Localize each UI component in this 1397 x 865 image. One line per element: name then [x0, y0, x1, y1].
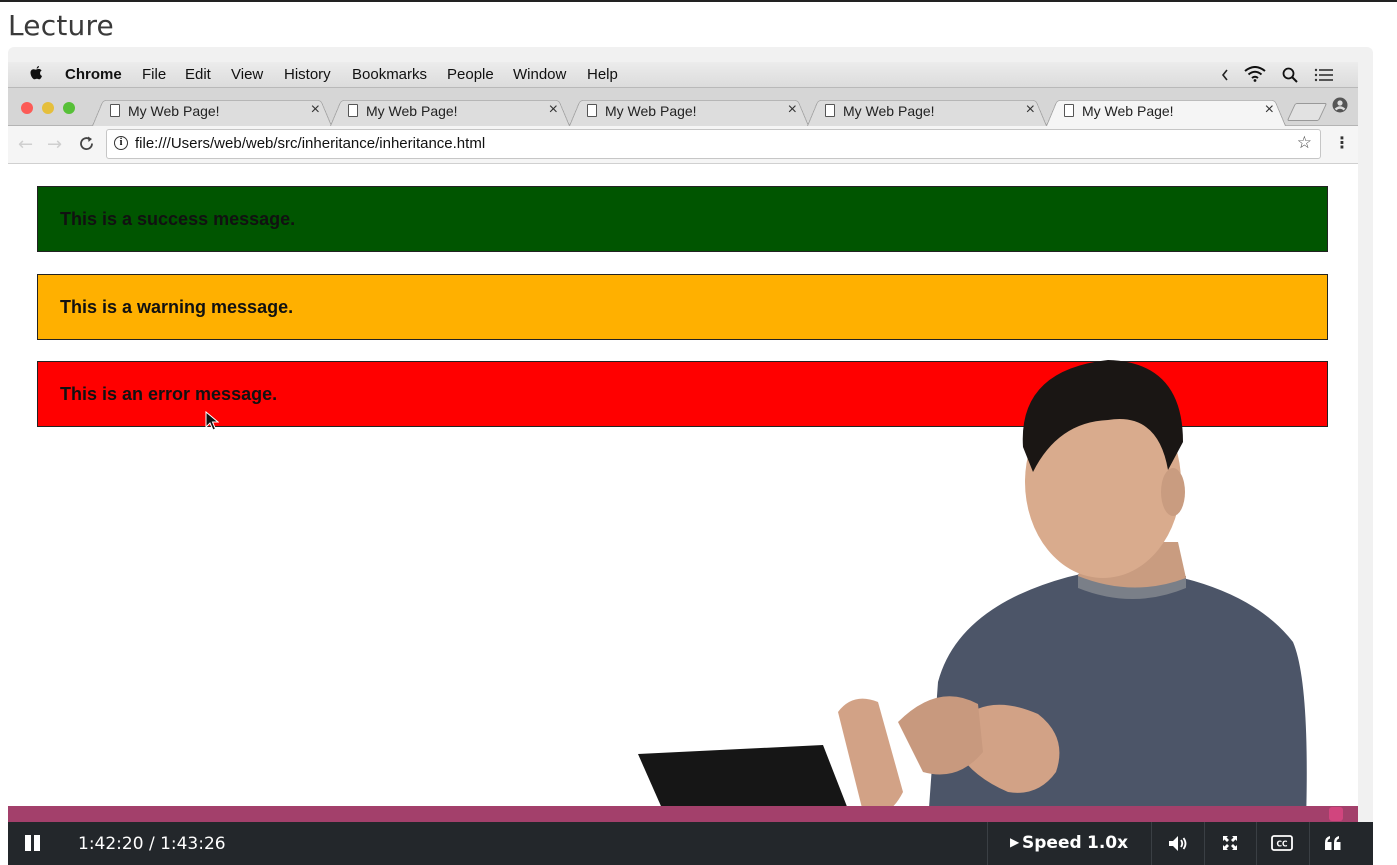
- transcript-quote-icon[interactable]: [1324, 835, 1342, 851]
- browser-tab[interactable]: My Web Page! ×: [92, 97, 332, 126]
- tab-title: My Web Page!: [1082, 103, 1174, 119]
- mouse-cursor-icon: [205, 411, 219, 431]
- wifi-icon[interactable]: [1244, 66, 1266, 82]
- menu-view[interactable]: View: [231, 66, 263, 83]
- menu-bookmarks[interactable]: Bookmarks: [352, 66, 427, 83]
- presenter-video: [638, 360, 1307, 806]
- browser-tab-active[interactable]: My Web Page! ×: [1046, 97, 1286, 126]
- document-icon: [1064, 104, 1074, 117]
- divider: [1151, 822, 1152, 865]
- svg-text:CC: CC: [1276, 840, 1288, 849]
- warning-message-text: This is a warning message.: [60, 297, 294, 317]
- document-icon: [825, 104, 835, 117]
- zoom-window-button[interactable]: [63, 102, 75, 114]
- url-text: file:///Users/web/web/src/inheritance/in…: [135, 135, 486, 152]
- pause-button[interactable]: [25, 835, 40, 851]
- time-display: 1:42:20 / 1:43:26: [78, 834, 226, 854]
- apple-icon: [30, 66, 42, 80]
- success-message: This is a success message.: [37, 186, 1328, 252]
- progress-handle[interactable]: [1329, 807, 1343, 821]
- chevron-left-icon[interactable]: [1221, 69, 1229, 81]
- tab-title: My Web Page!: [366, 103, 458, 119]
- menu-chrome[interactable]: Chrome: [65, 66, 122, 83]
- reload-icon[interactable]: [78, 135, 95, 152]
- bookmark-star-icon[interactable]: ☆: [1297, 133, 1312, 153]
- divider: [1204, 822, 1205, 865]
- video-player: Chrome File Edit View History Bookmarks …: [8, 47, 1373, 865]
- close-icon[interactable]: ×: [311, 101, 320, 119]
- top-divider: [0, 0, 1397, 2]
- error-message-text: This is an error message.: [60, 384, 278, 404]
- tab-strip: My Web Page! × My Web Page! × My Web Pag…: [8, 88, 1358, 126]
- search-icon[interactable]: [1282, 67, 1298, 83]
- browser-tab[interactable]: My Web Page! ×: [569, 97, 809, 126]
- close-icon[interactable]: ×: [1265, 101, 1274, 119]
- minimize-window-button[interactable]: [42, 102, 54, 114]
- volume-icon[interactable]: [1168, 835, 1188, 852]
- page-title: Lecture: [8, 9, 114, 42]
- fullscreen-icon[interactable]: [1221, 834, 1239, 852]
- tab-title: My Web Page!: [128, 103, 220, 119]
- document-icon: [587, 104, 597, 117]
- browser-toolbar: ← → i file:///Users/web/web/src/inherita…: [8, 126, 1358, 164]
- divider: [1256, 822, 1257, 865]
- document-icon: [110, 104, 120, 117]
- menu-help[interactable]: Help: [587, 66, 618, 83]
- caret-right-icon[interactable]: ▶: [1010, 835, 1019, 849]
- browser-tab[interactable]: My Web Page! ×: [807, 97, 1047, 126]
- warning-message: This is a warning message.: [37, 274, 1328, 340]
- speed-label[interactable]: Speed: [1022, 833, 1082, 853]
- menu-people[interactable]: People: [447, 66, 494, 83]
- divider: [987, 822, 988, 865]
- menu-history[interactable]: History: [284, 66, 331, 83]
- menu-file[interactable]: File: [142, 66, 166, 83]
- forward-arrow-icon[interactable]: →: [47, 134, 62, 155]
- profile-icon[interactable]: [1332, 97, 1348, 113]
- divider: [1309, 822, 1310, 865]
- document-icon: [348, 104, 358, 117]
- player-controls: 1:42:20 / 1:43:26 ▶ Speed 1.0x CC: [8, 822, 1373, 865]
- closed-captions-icon[interactable]: CC: [1271, 835, 1293, 851]
- progress-bar[interactable]: [8, 806, 1358, 822]
- more-options-icon[interactable]: ⋮: [1334, 133, 1350, 152]
- tab-title: My Web Page!: [605, 103, 697, 119]
- speed-value[interactable]: 1.0x: [1087, 833, 1128, 853]
- back-arrow-icon[interactable]: ←: [18, 134, 33, 155]
- list-icon[interactable]: [1314, 68, 1334, 82]
- browser-tab[interactable]: My Web Page! ×: [330, 97, 570, 126]
- close-icon[interactable]: ×: [549, 101, 558, 119]
- tab-title: My Web Page!: [843, 103, 935, 119]
- close-window-button[interactable]: [21, 102, 33, 114]
- video-frame[interactable]: Chrome File Edit View History Bookmarks …: [8, 62, 1358, 806]
- close-icon[interactable]: ×: [1026, 101, 1035, 119]
- address-bar[interactable]: i file:///Users/web/web/src/inheritance/…: [106, 129, 1321, 159]
- info-icon[interactable]: i: [114, 136, 128, 150]
- menu-window[interactable]: Window: [513, 66, 566, 83]
- mac-menubar: Chrome File Edit View History Bookmarks …: [8, 62, 1358, 88]
- menu-edit[interactable]: Edit: [185, 66, 211, 83]
- new-tab-button[interactable]: [1286, 103, 1328, 121]
- success-message-text: This is a success message.: [60, 209, 296, 229]
- close-icon[interactable]: ×: [788, 101, 797, 119]
